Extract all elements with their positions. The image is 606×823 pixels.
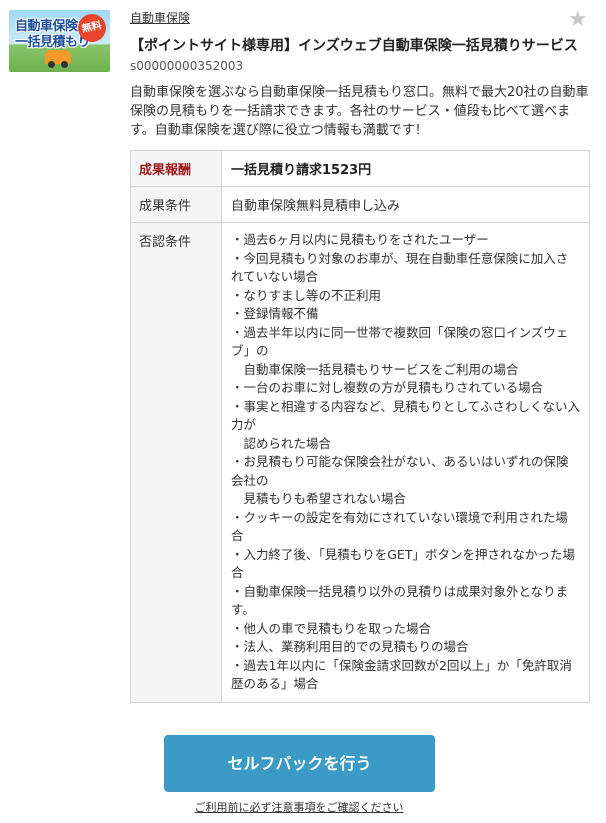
selfback-button[interactable]: セルフバックを行う (164, 735, 435, 792)
denial-item: ・事実と相違する内容など、見積もりとしてふさわしくない入力が (231, 398, 581, 433)
denial-item: ・法人、業務利用目的での見積もりの場合 (231, 639, 469, 654)
denial-item: ・過去半年以内に同一世帯で複数回「保険の窓口インズウェブ」の (231, 324, 569, 359)
condition-row: 成果条件 自動車保険無料見積申し込み (130, 186, 590, 223)
offer-title: 【ポイントサイト様専用】インズウェブ自動車保険一括見積りサービス (130, 38, 578, 54)
denial-item: ・お見積もり可能な保険会社がない、あるいはいずれの保険会社の (231, 454, 569, 488)
denial-label: 否認条件 (130, 222, 222, 703)
reward-row: 成果報酬 一括見積り請求1523円 (130, 150, 590, 187)
denial-row: 否認条件 ・過去6ヶ月以内に見積もりをされたユーザー ・今回見積もり対象のお車が… (130, 222, 590, 703)
favorite-star-icon[interactable]: ★ (568, 9, 588, 31)
reward-label: 成果報酬 (130, 150, 222, 187)
denial-item: 見積もりも希望されない場合 (231, 491, 407, 506)
denial-value: ・過去6ヶ月以内に見積もりをされたユーザー ・今回見積もり対象のお車が、現在自動… (221, 222, 590, 703)
denial-item: ・一台のお車に対し複数の方が見積もりされている場合 (231, 380, 544, 395)
denial-list: ・過去6ヶ月以内に見積もりをされたユーザー ・今回見積もり対象のお車が、現在自動… (231, 231, 580, 694)
denial-item: ・過去6ヶ月以内に見積もりをされたユーザー (231, 232, 489, 247)
category-link[interactable]: 自動車保険 (130, 9, 190, 26)
denial-item: ・登録情報不備 (231, 306, 319, 321)
condition-label: 成果条件 (130, 186, 222, 223)
condition-value: 自動車保険無料見積申し込み (221, 186, 590, 223)
denial-item: ・過去1年以内に「保険金請求回数が2回以上」か「免許取消歴のある」場合 (231, 657, 572, 692)
notice-link[interactable]: ご利用前に必ず注意事項をご確認ください (0, 799, 598, 815)
offer-code: s00000000352003 (130, 59, 244, 73)
conditions-table: 成果報酬 一括見積り請求1523円 成果条件 自動車保険無料見積申し込み 否認条… (130, 150, 590, 703)
denial-item: ・他人の車で見積もりを取った場合 (231, 620, 432, 636)
car-icon (45, 50, 71, 68)
offer-description: 自動車保険を選ぶなら自動車保険一括見積もり窓口。無料で最大20社の自動車保険の見… (130, 85, 589, 138)
denial-item: ・今回見積もり対象のお車が、現在自動車任意保険に加入されていない場合 (231, 250, 569, 285)
denial-item: ・自動車保険一括見積り以外の見積りは成果対象外となります。 (231, 583, 569, 618)
reward-value: 一括見積り請求1523円 (221, 150, 590, 187)
denial-item: 認められた場合 (231, 435, 332, 451)
denial-item: ・なりすまし等の不正利用 (231, 287, 382, 303)
offer-thumbnail: 自動車保険 一括見積もり 無料 (9, 10, 110, 72)
denial-item: 自動車保険一括見積もりサービスをご利用の場合 (231, 361, 519, 377)
denial-item: ・クッキーの設定を有効にされていない環境で利用された場合 (231, 509, 568, 544)
denial-item: ・入力終了後、「見積もりをGET」ボタンを押されなかった場合 (231, 546, 575, 581)
